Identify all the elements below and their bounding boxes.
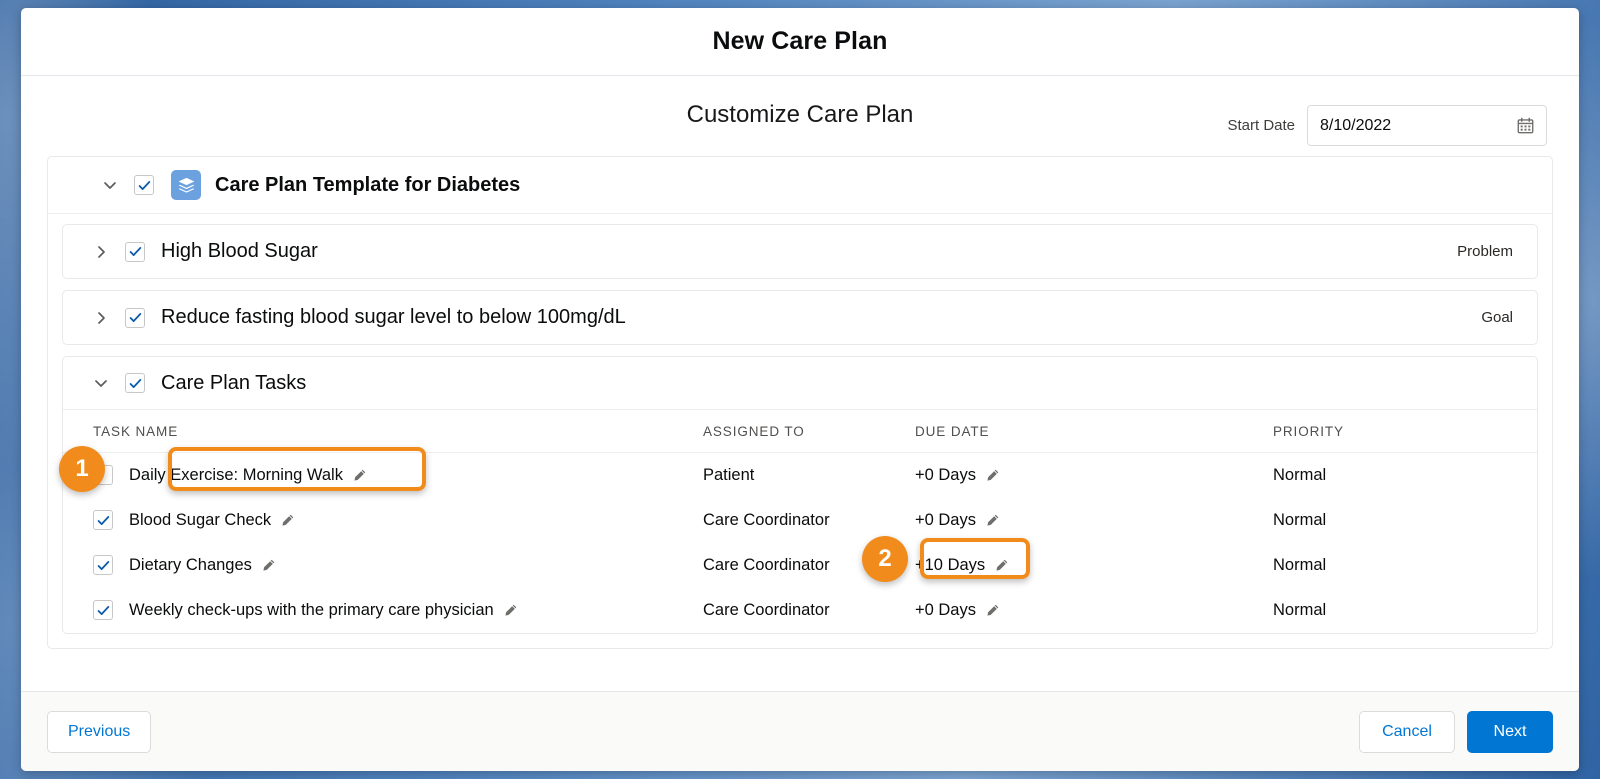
annotation-badge-1: 1 [59,446,105,492]
node-label: Reduce fasting blood sugar level to belo… [161,306,626,328]
task-name-cell: Blood Sugar Check [63,510,703,530]
task-due-date: +10 Days [915,555,986,574]
tree-children: High Blood Sugar Problem Reduce fasting … [48,214,1552,648]
node-card-problem: High Blood Sugar Problem [62,224,1538,279]
table-row[interactable]: Blood Sugar Check Care Coordinator +0 Da… [63,498,1537,543]
task-name-cell: Dietary Changes [63,555,703,575]
calendar-icon[interactable] [1517,117,1534,134]
footer-actions: Cancel Next [1359,710,1553,753]
node-card-care-plan-tasks: Care Plan Tasks TASK NAME ASSIGNED TO DU… [62,356,1538,634]
task-priority: Normal [1273,555,1327,574]
modal-body: Customize Care Plan Start Date 8/10/2022 [21,76,1579,691]
stacked-layers-icon [171,170,201,200]
start-date-label: Start Date [1227,117,1295,134]
task-name-cell: Weekly check-ups with the primary care p… [63,600,703,620]
chevron-down-icon-template[interactable] [102,177,118,193]
chevron-right-icon-goal[interactable] [93,310,109,326]
task-priority: Normal [1273,510,1327,529]
column-header-task-name: TASK NAME [63,410,703,453]
task-name: Dietary Changes [129,555,252,574]
node-row[interactable]: Reduce fasting blood sugar level to belo… [63,291,1537,344]
task-checkbox[interactable] [93,510,113,530]
tasks-section-checkbox[interactable] [125,373,145,393]
column-header-assigned-to: ASSIGNED TO [703,410,915,453]
node-label: High Blood Sugar [161,240,318,262]
task-due-date-cell[interactable]: +0 Days [915,466,1000,485]
template-checkbox[interactable] [134,175,154,195]
modal-footer: Previous Cancel Next [21,691,1579,771]
node-checkbox-problem[interactable] [125,241,145,262]
task-due-date: +0 Days [915,510,976,529]
next-button[interactable]: Next [1467,710,1553,753]
annotation-badge-2: 2 [862,536,908,582]
start-date-group: Start Date 8/10/2022 [1227,105,1547,146]
pencil-icon[interactable] [985,513,1000,528]
pencil-icon[interactable] [985,603,1000,618]
tasks-section-label: Care Plan Tasks [161,371,307,394]
tasks-section-header[interactable]: Care Plan Tasks [63,357,1537,410]
pencil-icon[interactable] [503,603,518,618]
table-row[interactable]: Weekly check-ups with the primary care p… [63,588,1537,633]
column-header-due-date: DUE DATE [915,410,1273,453]
node-card-goal: Reduce fasting blood sugar level to belo… [62,290,1538,345]
task-checkbox[interactable] [93,600,113,620]
start-date-input[interactable]: 8/10/2022 [1307,105,1547,146]
table-row[interactable]: Daily Exercise: Morning Walk Patient +0 … [63,453,1537,498]
task-priority: Normal [1273,600,1327,619]
tasks-table: TASK NAME ASSIGNED TO DUE DATE PRIORITY [63,410,1537,633]
column-header-priority: PRIORITY [1273,410,1537,453]
node-type-badge: Problem [1457,243,1513,260]
tasks-table-header-row: TASK NAME ASSIGNED TO DUE DATE PRIORITY [63,410,1537,453]
task-priority: Normal [1273,465,1327,484]
node-row[interactable]: High Blood Sugar Problem [63,225,1537,278]
task-checkbox[interactable] [93,555,113,575]
pencil-icon[interactable] [994,558,1009,573]
task-name-cell: Daily Exercise: Morning Walk [63,465,703,486]
template-header-row[interactable]: Care Plan Template for Diabetes [48,157,1552,214]
pencil-icon[interactable] [261,558,276,573]
care-plan-tree-card: Care Plan Template for Diabetes High Blo… [47,156,1553,649]
subheader: Customize Care Plan Start Date 8/10/2022 [47,76,1553,154]
previous-button[interactable]: Previous [47,710,152,753]
page-title: New Care Plan [712,27,888,55]
task-due-date-cell[interactable]: +0 Days [915,601,1000,620]
node-checkbox-goal[interactable] [125,307,145,328]
task-due-date-cell[interactable]: +10 Days [915,556,1009,575]
pencil-icon[interactable] [985,468,1000,483]
table-row[interactable]: Dietary Changes Care Coordinator +10 Day… [63,543,1537,588]
chevron-right-icon-problem[interactable] [93,244,109,260]
template-name: Care Plan Template for Diabetes [215,173,521,196]
task-name: Daily Exercise: Morning Walk [129,465,343,484]
new-care-plan-modal: New Care Plan Customize Care Plan Start … [21,8,1579,771]
task-name: Weekly check-ups with the primary care p… [129,600,494,619]
pencil-icon[interactable] [280,513,295,528]
cancel-button[interactable]: Cancel [1359,710,1455,753]
task-assigned-to: Care Coordinator [703,600,830,619]
task-due-date: +0 Days [915,600,976,619]
node-type-badge: Goal [1481,309,1513,326]
task-assigned-to: Patient [703,465,755,484]
subheader-title: Customize Care Plan [686,101,914,128]
modal-header: New Care Plan [21,8,1579,76]
chevron-down-icon-tasks[interactable] [93,375,109,391]
task-name: Blood Sugar Check [129,510,272,529]
task-due-date: +0 Days [915,465,976,484]
task-due-date-cell[interactable]: +0 Days [915,511,1000,530]
start-date-value: 8/10/2022 [1320,116,1392,134]
pencil-icon[interactable] [352,468,367,483]
